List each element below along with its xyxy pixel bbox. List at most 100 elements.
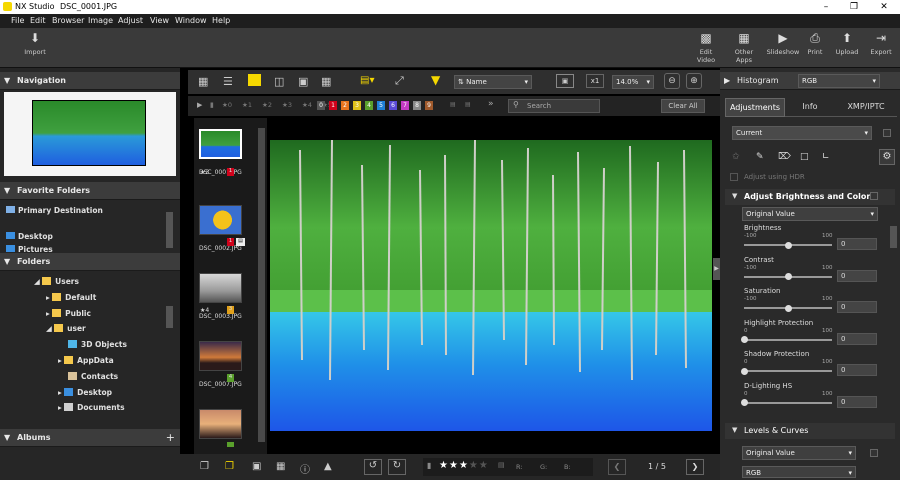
perspective-icon[interactable]: ∟ (822, 152, 830, 162)
slider-knob[interactable] (741, 336, 748, 343)
restore-icon[interactable]: ❐ (840, 0, 868, 14)
adjustments-scrollbar[interactable] (890, 226, 897, 248)
reject-filter-icon[interactable]: ▮ (210, 101, 214, 109)
tree-item-public[interactable]: ▸ Public (46, 309, 91, 318)
menu-help[interactable]: Help (212, 16, 230, 25)
levels-original-value-dropdown[interactable]: Original Value ▾ (742, 446, 856, 460)
frame-icon[interactable]: ▣ (252, 461, 261, 472)
slider-knob[interactable] (785, 241, 792, 249)
jpeg-filter-icon[interactable]: ▤ (465, 101, 471, 108)
retouch-brush-icon[interactable]: ✩ (732, 152, 740, 162)
filter-star-2[interactable]: ★2 (262, 101, 272, 109)
menu-edit[interactable]: Edit (30, 16, 46, 25)
star-1[interactable]: ★ (439, 460, 449, 471)
thumbnail-item[interactable]: 4 DSC_0007.JPG (199, 341, 244, 388)
single-view-icon[interactable] (248, 74, 261, 86)
preset-checkbox[interactable] (883, 129, 891, 137)
import-button[interactable]: ⬇ Import (22, 32, 48, 57)
slider-track[interactable] (744, 338, 832, 341)
tab-xmp-iptc[interactable]: XMP/IPTC (835, 98, 897, 117)
slider-value-input[interactable]: 0 (837, 364, 877, 376)
filmstrip-position-icon[interactable]: ▤▾ (360, 75, 374, 86)
slider-value-input[interactable]: 0 (837, 395, 877, 408)
label-9[interactable]: 9 (425, 101, 433, 110)
tree-item-contacts[interactable]: Contacts (68, 372, 118, 381)
label-2[interactable]: 2 (341, 101, 349, 110)
reject-icon[interactable]: ▮ (427, 461, 431, 470)
menu-image[interactable]: Image (88, 16, 113, 25)
crop-icon[interactable]: □ (800, 152, 809, 162)
zoom-in-icon[interactable]: ⊕ (686, 73, 702, 89)
rotate-left-icon[interactable]: ↺ (364, 459, 382, 475)
label-8[interactable]: 8 (413, 101, 421, 110)
thumbnail-item[interactable]: 1 ▤ DSC_0002.JPG (199, 205, 245, 252)
slider-knob[interactable] (785, 304, 792, 312)
star-3[interactable]: ★ (459, 460, 469, 471)
slideshow-button[interactable]: ▶ Slideshow (766, 32, 800, 57)
add-album-icon[interactable]: + (166, 429, 175, 447)
label-7[interactable]: 7 (401, 101, 409, 110)
section-checkbox[interactable] (870, 192, 878, 200)
thumbnail-view-icon[interactable]: ▦ (321, 75, 331, 88)
upload-button[interactable]: ⬆ Upload (834, 32, 860, 57)
tree-item-appdata[interactable]: ▸ AppData (58, 356, 114, 365)
thumbnail-item[interactable]: ★4 3 DSC_0003.JPG (199, 273, 244, 320)
label-0[interactable]: 0 (317, 101, 325, 110)
folders-header[interactable]: ▼ Folders (0, 253, 180, 271)
star-4[interactable]: ★ (469, 460, 479, 471)
info-icon[interactable]: ⓘ (300, 461, 310, 476)
menu-file[interactable]: File (11, 16, 24, 25)
tree-item-user[interactable]: ◢ user (46, 324, 86, 333)
search-input[interactable]: ⚲ Search (508, 99, 600, 113)
zoom-out-icon[interactable]: ⊖ (664, 73, 680, 89)
export-button[interactable]: ⇥ Export (868, 32, 894, 57)
menu-window[interactable]: Window (175, 16, 207, 25)
settings-gear-icon[interactable]: ⚙ (879, 149, 895, 165)
folders-scrollbar[interactable] (166, 306, 173, 328)
slider-value-input[interactable]: 0 (837, 269, 877, 282)
list-view-icon[interactable]: ☰ (223, 75, 233, 88)
edit-video-button[interactable]: ▩ Edit Video (690, 32, 722, 65)
preset-dropdown[interactable]: Current ▾ (732, 126, 872, 140)
main-image-view[interactable] (270, 140, 712, 431)
tree-item-default[interactable]: ▸ Default (46, 293, 96, 302)
sort-dropdown[interactable]: ⇅ Name ▾ (454, 75, 532, 89)
star-rating[interactable]: ★★★★★ (439, 460, 489, 471)
fav-item-primary[interactable]: Primary Destination (6, 206, 103, 215)
histogram-icon[interactable]: ▲ (324, 461, 332, 472)
levels-checkbox[interactable] (870, 449, 878, 457)
label-3[interactable]: 3 (353, 101, 361, 110)
albums-header[interactable]: ▼ Albums + (0, 429, 180, 447)
slider-knob[interactable] (785, 273, 792, 280)
multi-view-icon[interactable]: ▣ (298, 75, 308, 88)
compare-icon[interactable]: ❐ (225, 461, 234, 472)
close-icon[interactable]: ✕ (870, 0, 898, 14)
slider-value-input[interactable]: 0 (837, 332, 877, 345)
compare-view-icon[interactable]: ◫ (274, 75, 284, 88)
menu-browser[interactable]: Browser (52, 16, 84, 25)
filter-star-0[interactable]: ★0 (222, 101, 232, 109)
slider-value-input[interactable]: 0 (837, 301, 877, 313)
filter-star-3[interactable]: ★3 (282, 101, 292, 109)
histogram-mode-dropdown[interactable]: RGB ▾ (798, 74, 880, 88)
fit-to-screen-icon[interactable]: ▣ (556, 74, 574, 88)
print-button[interactable]: ⎙ Print (804, 32, 826, 57)
tree-item-desktop[interactable]: ▸ Desktop (58, 388, 112, 397)
thumbnail-item[interactable] (199, 409, 244, 447)
collapse-right-handle[interactable]: ▶ (713, 258, 720, 280)
tree-item-3d-objects[interactable]: 3D Objects (68, 340, 127, 349)
slider-knob[interactable] (741, 399, 748, 406)
levels-channel-dropdown[interactable]: RGB ▾ (742, 466, 856, 478)
zoom-dropdown[interactable]: 14.0% ▾ (612, 75, 654, 89)
fullscreen-icon[interactable]: ⤢ (395, 74, 404, 88)
zoom-multiplier-button[interactable]: x1 (586, 74, 604, 88)
thumbnail-scrollbar[interactable] (258, 128, 265, 442)
slider-track[interactable] (744, 401, 832, 404)
tree-item-users[interactable]: ◢ Users (34, 277, 79, 286)
menu-view[interactable]: View (150, 16, 169, 25)
filter-star-4[interactable]: ★4 (302, 101, 312, 109)
other-apps-button[interactable]: ▦ Other Apps (726, 32, 762, 65)
label-6[interactable]: 6 (389, 101, 397, 110)
star-2[interactable]: ★ (449, 460, 459, 471)
grid-overlay-icon[interactable]: ▦ (276, 461, 285, 472)
